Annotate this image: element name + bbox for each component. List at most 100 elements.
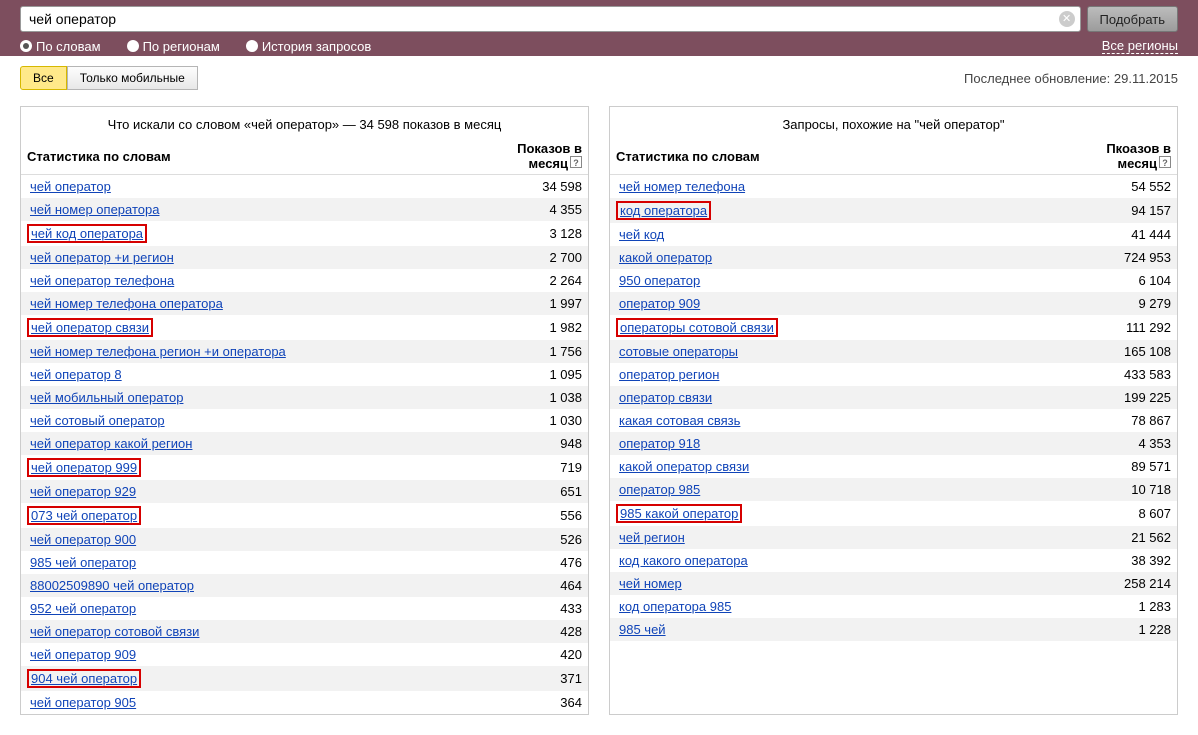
table-row: чей оператор связи1 982 [21, 315, 588, 340]
count-cell: 433 583 [1071, 367, 1171, 382]
table-row: оператор 985 10 718 [610, 478, 1177, 501]
term-link[interactable]: чей оператор 900 [27, 531, 139, 548]
table-row: оператор 9099 279 [610, 292, 1177, 315]
term-link[interactable]: оператор 918 [616, 435, 703, 452]
count-cell: 165 108 [1071, 344, 1171, 359]
tab-all[interactable]: Все [20, 66, 67, 90]
term-link[interactable]: чей сотовый оператор [27, 412, 168, 429]
term-cell: оператор 909 [616, 295, 1071, 312]
term-cell: оператор 985 [616, 481, 1071, 498]
term-cell: 904 чей оператор [27, 669, 482, 688]
term-cell: какой оператор [616, 249, 1071, 266]
term-cell: оператор регион [616, 366, 1071, 383]
term-link[interactable]: код оператора 985 [616, 598, 734, 615]
table-row: чей номер телефона регион +и оператора 1 … [21, 340, 588, 363]
term-link[interactable]: чей мобильный оператор [27, 389, 186, 406]
term-link[interactable]: чей оператор какой регион [27, 435, 195, 452]
search-wrap: ✕ [20, 6, 1081, 32]
count-cell: 4 355 [482, 202, 582, 217]
term-link[interactable]: чей оператор телефона [27, 272, 177, 289]
table-row: код оператора 9851 283 [610, 595, 1177, 618]
table-row: чей оператор телефона 2 264 [21, 269, 588, 292]
count-cell: 38 392 [1071, 553, 1171, 568]
mode-by-words[interactable]: По словам [20, 39, 101, 54]
search-row: ✕ Подобрать [20, 6, 1178, 32]
term-link[interactable]: чей номер [616, 575, 685, 592]
left-panel: Что искали со словом «чей оператор» — 34… [20, 106, 589, 715]
table-row: чей оператор 900526 [21, 528, 588, 551]
count-cell: 199 225 [1071, 390, 1171, 405]
radio-icon [127, 40, 139, 52]
count-cell: 89 571 [1071, 459, 1171, 474]
term-link[interactable]: оператор 909 [616, 295, 703, 312]
region-link[interactable]: Все регионы [1102, 38, 1178, 54]
term-link[interactable]: 950 оператор [616, 272, 703, 289]
term-cell: чей оператор 999 [27, 458, 482, 477]
term-link[interactable]: чей код [616, 226, 667, 243]
term-link[interactable]: чей оператор сотовой связи [27, 623, 202, 640]
table-row: 985 чей1 228 [610, 618, 1177, 641]
term-link[interactable]: код оператора [616, 201, 711, 220]
submit-button[interactable]: Подобрать [1087, 6, 1178, 32]
term-cell: оператор связи [616, 389, 1071, 406]
term-link[interactable]: чей номер телефона оператора [27, 295, 226, 312]
term-link[interactable]: 073 чей оператор [27, 506, 141, 525]
count-cell: 428 [482, 624, 582, 639]
term-cell: чей мобильный оператор [27, 389, 482, 406]
count-cell: 8 607 [1071, 506, 1171, 521]
term-link[interactable]: чей оператор 8 [27, 366, 125, 383]
term-link[interactable]: чей оператор 905 [27, 694, 139, 711]
help-icon[interactable]: ? [1159, 156, 1171, 168]
mode-history[interactable]: История запросов [246, 39, 372, 54]
term-link[interactable]: чей номер оператора [27, 201, 162, 218]
header-row: Статистика по словам Пкоазов в месяц? [610, 138, 1177, 175]
help-icon[interactable]: ? [570, 156, 582, 168]
term-link[interactable]: код какого оператора [616, 552, 751, 569]
term-link[interactable]: 952 чей оператор [27, 600, 139, 617]
term-cell: оператор 918 [616, 435, 1071, 452]
count-cell: 111 292 [1071, 320, 1171, 335]
radio-icon [20, 40, 32, 52]
term-link[interactable]: чей оператор [27, 178, 114, 195]
mode-label: По словам [36, 39, 101, 54]
term-link[interactable]: 904 чей оператор [27, 669, 141, 688]
term-link[interactable]: 88002509890 чей оператор [27, 577, 197, 594]
table-row: код какого оператора 38 392 [610, 549, 1177, 572]
term-link[interactable]: чей номер телефона регион +и оператора [27, 343, 289, 360]
term-link[interactable]: 985 чей [616, 621, 669, 638]
term-link[interactable]: оператор регион [616, 366, 722, 383]
term-link[interactable]: какой оператор связи [616, 458, 752, 475]
search-input[interactable] [20, 6, 1081, 32]
tab-mobile[interactable]: Только мобильные [67, 66, 198, 90]
count-cell: 1 756 [482, 344, 582, 359]
term-link[interactable]: чей оператор 929 [27, 483, 139, 500]
term-link[interactable]: оператор 985 [616, 481, 703, 498]
term-link[interactable]: чей номер телефона [616, 178, 748, 195]
term-link[interactable]: сотовые операторы [616, 343, 741, 360]
term-link[interactable]: чей оператор связи [27, 318, 153, 337]
term-link[interactable]: какая сотовая связь [616, 412, 743, 429]
term-link[interactable]: 985 чей оператор [27, 554, 139, 571]
term-link[interactable]: чей оператор 909 [27, 646, 139, 663]
count-cell: 10 718 [1071, 482, 1171, 497]
term-link[interactable]: 985 какой оператор [616, 504, 742, 523]
term-cell: 985 чей [616, 621, 1071, 638]
count-cell: 2 264 [482, 273, 582, 288]
count-cell: 94 157 [1071, 203, 1171, 218]
table-row: чей оператор34 598 [21, 175, 588, 198]
term-link[interactable]: оператор связи [616, 389, 715, 406]
count-cell: 1 038 [482, 390, 582, 405]
mode-by-regions[interactable]: По регионам [127, 39, 220, 54]
count-cell: 724 953 [1071, 250, 1171, 265]
count-cell: 464 [482, 578, 582, 593]
panel-title: Что искали со словом «чей оператор» — 34… [21, 107, 588, 138]
term-link[interactable]: какой оператор [616, 249, 715, 266]
count-cell: 78 867 [1071, 413, 1171, 428]
term-link[interactable]: чей код оператора [27, 224, 147, 243]
term-link[interactable]: чей оператор +и регион [27, 249, 177, 266]
term-link[interactable]: чей оператор 999 [27, 458, 141, 477]
clear-icon[interactable]: ✕ [1059, 11, 1075, 27]
term-link[interactable]: чей регион [616, 529, 688, 546]
table-row: чей сотовый оператор1 030 [21, 409, 588, 432]
term-link[interactable]: операторы сотовой связи [616, 318, 778, 337]
